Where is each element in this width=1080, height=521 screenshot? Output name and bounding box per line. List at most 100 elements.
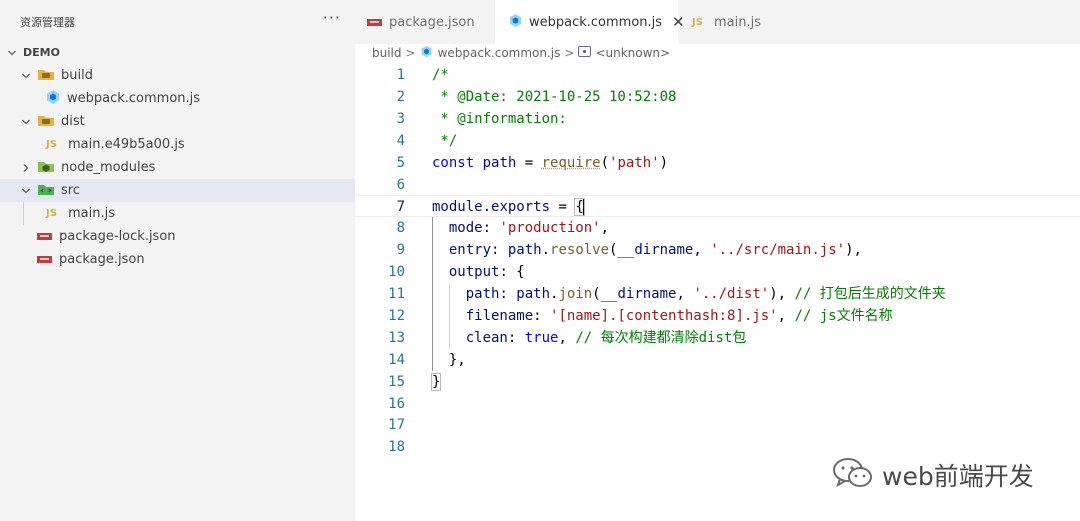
tab-package-json[interactable]: package.json bbox=[355, 0, 495, 44]
explorer-sidebar: 资源管理器 ··· DEMO build webpack.common.js d… bbox=[0, 0, 355, 521]
code-text: entry: path.resolve(__dirname, '../src/m… bbox=[432, 239, 862, 261]
breadcrumb-item-symbol[interactable]: <unknown> bbox=[595, 46, 670, 60]
line-number: 3 bbox=[396, 110, 405, 127]
code-line[interactable]: 4 */ bbox=[355, 130, 1080, 152]
code-line[interactable]: 9 entry: path.resolve(__dirname, '../src… bbox=[355, 239, 1080, 261]
code-token: path bbox=[507, 242, 542, 259]
code-line[interactable]: 14 }, bbox=[355, 349, 1080, 371]
wechat-icon bbox=[832, 456, 874, 494]
code-line[interactable]: 3 * @information: bbox=[355, 108, 1080, 130]
code-text: path: path.join(__dirname, '../dist'), /… bbox=[432, 283, 946, 305]
code-text: const path = require('path') bbox=[432, 152, 668, 174]
tab-main-js[interactable]: JS main.js bbox=[678, 0, 788, 44]
code-line[interactable]: 10 output: { bbox=[355, 261, 1080, 283]
tree-item-src[interactable]: src bbox=[0, 179, 355, 202]
code-token: ) bbox=[659, 154, 669, 171]
code-line[interactable]: 2 * @Date: 2021-10-25 10:52:08 bbox=[355, 86, 1080, 108]
code-token: exports bbox=[491, 199, 551, 216]
tree-item-main-bundle[interactable]: JS main.e49b5a00.js bbox=[0, 133, 355, 156]
code-token: : bbox=[533, 307, 551, 324]
code-token: '[name].[contenthash:8].js' bbox=[550, 307, 778, 324]
code-token: : bbox=[507, 329, 525, 346]
code-token: = bbox=[550, 199, 576, 216]
code-line[interactable]: 16 bbox=[355, 393, 1080, 415]
chevron-down-icon bbox=[20, 71, 32, 81]
breadcrumb-item-file[interactable]: webpack.common.js bbox=[438, 46, 561, 60]
npm-icon bbox=[367, 18, 382, 26]
code-token: ( bbox=[600, 154, 610, 171]
code-text: * @information: bbox=[432, 108, 566, 130]
line-number: 12 bbox=[388, 307, 405, 324]
code-token: } bbox=[430, 372, 442, 391]
tree-root-demo[interactable]: DEMO bbox=[0, 41, 355, 64]
js-file-icon: JS bbox=[46, 139, 57, 150]
code-line[interactable]: 7 module.exports = { bbox=[355, 195, 1080, 218]
code-text: * @Date: 2021-10-25 10:52:08 bbox=[432, 86, 676, 108]
breadcrumb-separator: > bbox=[405, 46, 416, 60]
code-line[interactable]: 5 const path = require('path') bbox=[355, 152, 1080, 174]
code-token: }, bbox=[448, 351, 466, 368]
tree-item-package-json[interactable]: package.json bbox=[0, 248, 355, 271]
tree-item-label: package-lock.json bbox=[59, 229, 176, 244]
chevron-down-icon bbox=[20, 186, 32, 196]
code-line[interactable]: 15} bbox=[355, 371, 1080, 393]
explorer-header: 资源管理器 ··· bbox=[0, 0, 355, 44]
code-line[interactable]: 8 mode: 'production', bbox=[355, 217, 1080, 239]
watermark-text: web前端开发 bbox=[882, 462, 1034, 491]
line-number: 6 bbox=[396, 176, 405, 193]
code-line[interactable]: 17 bbox=[355, 414, 1080, 436]
code-token: module bbox=[432, 199, 483, 216]
folder-node-icon bbox=[37, 159, 55, 177]
code-token: , bbox=[777, 307, 795, 324]
folder-dist-icon bbox=[37, 113, 55, 131]
tree-item-webpack-common[interactable]: webpack.common.js bbox=[0, 87, 355, 110]
code-token: require bbox=[541, 154, 601, 171]
code-text: }, bbox=[432, 349, 466, 371]
tree-item-dist[interactable]: dist bbox=[0, 110, 355, 133]
tree-item-build[interactable]: build bbox=[0, 64, 355, 87]
tree-item-label: package.json bbox=[59, 252, 145, 267]
text-cursor bbox=[582, 199, 585, 216]
code-text: */ bbox=[432, 130, 457, 152]
code-editor[interactable]: 1/* 2 * @Date: 2021-10-25 10:52:08 3 * @in… bbox=[355, 62, 1080, 521]
code-token: . bbox=[541, 242, 551, 259]
tree-root-label: DEMO bbox=[23, 46, 60, 59]
code-token: __dirname bbox=[600, 286, 677, 302]
line-number: 15 bbox=[388, 373, 405, 390]
tab-label: main.js bbox=[714, 14, 761, 30]
tree-item-main-js[interactable]: JS main.js bbox=[0, 202, 355, 225]
tree-item-node-modules[interactable]: node_modules bbox=[0, 156, 355, 179]
code-line[interactable]: 12 filename: '[name].[contenthash:8].js'… bbox=[355, 305, 1080, 327]
code-line[interactable]: 1 /* bbox=[355, 64, 1080, 86]
code-line[interactable]: 18 bbox=[355, 436, 1080, 458]
code-line[interactable]: 6 bbox=[355, 174, 1080, 196]
line-number: 11 bbox=[388, 286, 405, 302]
code-line[interactable]: 13 clean: true, // 每次构建都清除dist包 bbox=[355, 327, 1080, 349]
line-number: 5 bbox=[396, 154, 405, 171]
code-token: . bbox=[482, 199, 492, 216]
code-text: filename: '[name].[contenthash:8].js', /… bbox=[432, 305, 893, 327]
code-token: clean bbox=[465, 329, 508, 346]
code-token: 'path' bbox=[609, 154, 660, 171]
code-token: , bbox=[693, 242, 711, 259]
line-number: 17 bbox=[388, 417, 405, 434]
code-token: // 每次构建都清除dist包 bbox=[575, 329, 747, 346]
code-token: 'production' bbox=[499, 220, 601, 237]
breadcrumb-item-build[interactable]: build bbox=[372, 46, 402, 60]
tab-webpack-common[interactable]: webpack.common.js ✕ bbox=[495, 0, 685, 44]
code-line[interactable]: 11 path: path.join(__dirname, '../dist')… bbox=[355, 283, 1080, 305]
code-token: path bbox=[482, 154, 517, 171]
tree-item-label: src bbox=[61, 183, 80, 198]
tree-item-label: webpack.common.js bbox=[67, 91, 201, 106]
code-token: ), bbox=[845, 242, 862, 259]
code-token: : { bbox=[499, 264, 525, 281]
tree-item-package-lock[interactable]: package-lock.json bbox=[0, 225, 355, 248]
code-token: : bbox=[482, 220, 500, 237]
more-actions-icon[interactable]: ··· bbox=[323, 10, 341, 26]
npm-icon bbox=[37, 256, 52, 263]
code-token: path bbox=[516, 286, 551, 302]
code-token: '../dist' bbox=[693, 286, 770, 302]
line-number: 8 bbox=[396, 220, 405, 237]
folder-src-icon bbox=[37, 182, 55, 200]
